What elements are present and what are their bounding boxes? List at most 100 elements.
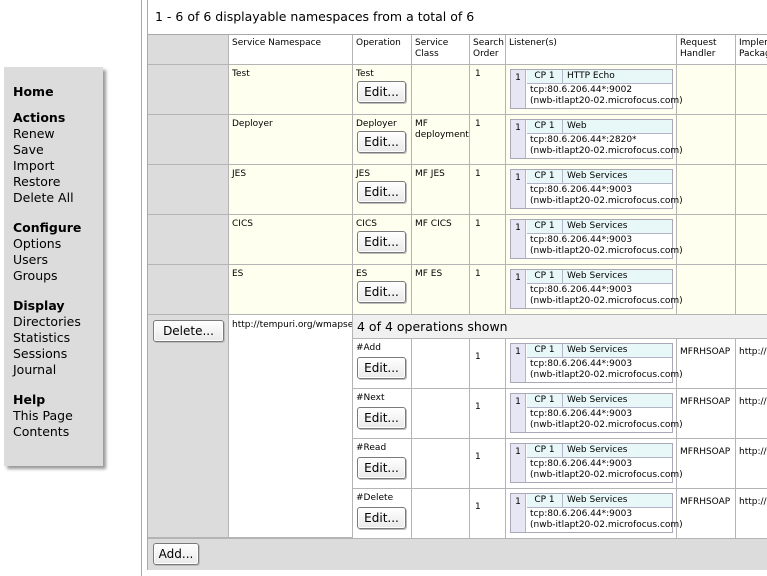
listener-box: 1 CP 1 Web Services tcp:80.6.206.44*:9003 (n… (510, 443, 683, 483)
service-class: MF JES (415, 169, 445, 179)
menu-group-help: Help This Page Contents (13, 392, 103, 440)
listener-host: (nwb-itlapt20-02.microfocus.com) (530, 96, 683, 106)
edit-button[interactable]: Edit... (357, 407, 406, 429)
service-class: MF ES (415, 269, 443, 279)
menu-link-restore[interactable]: Restore (13, 174, 103, 190)
column-header-handler: Request Handler (677, 35, 736, 65)
listener-cp: CP 1 (527, 344, 563, 358)
listener-cp: CP 1 (527, 120, 563, 134)
menu-link-options[interactable]: Options (13, 236, 103, 252)
edit-button[interactable]: Edit... (357, 81, 406, 103)
column-header-search-order: Search Order (470, 35, 506, 65)
edit-button[interactable]: Edit... (357, 131, 406, 153)
delete-button[interactable]: Delete... (153, 320, 224, 342)
listener-cp: CP 1 (527, 220, 563, 234)
menu-link-delete-all[interactable]: Delete All (13, 190, 103, 206)
row-cell (736, 115, 767, 165)
column-header-operation: Operation (353, 35, 412, 65)
op-cell (412, 439, 470, 489)
row-action-cell (148, 265, 229, 315)
menu-link-import[interactable]: Import (13, 158, 103, 174)
menu-groups: Actions Renew Save Import Restore Delete All C… (13, 110, 103, 440)
listener-address: tcp:80.6.206.44*:2820* (530, 135, 637, 145)
edit-button[interactable]: Edit... (357, 231, 406, 253)
menu-link-groups[interactable]: Groups (13, 268, 103, 284)
table-footer: Add... (148, 538, 767, 570)
listener-host: (nwb-itlapt20-02.microfocus.com) (530, 296, 683, 306)
search-order: 1 (475, 169, 481, 179)
menu-link-journal[interactable]: Journal (13, 362, 103, 378)
service-class: MF deployment (415, 119, 469, 140)
namespace-name: ES (232, 269, 244, 279)
listener-host: (nwb-itlapt20-02.microfocus.com) (530, 420, 683, 430)
op-cell (470, 339, 506, 389)
menu-link-this-page[interactable]: This Page (13, 408, 103, 424)
row-cell (677, 115, 736, 165)
menu-link-renew[interactable]: Renew (13, 126, 103, 142)
listener-type: Web Services (563, 444, 672, 458)
listener-address: tcp:80.6.206.44*:9003 (530, 459, 633, 469)
column-header-listeners: Listener(s) (506, 35, 677, 65)
listener-box: 1 CP 1 Web Services tcp:80.6.206.44*:9003 (n… (510, 219, 683, 259)
menu-group-configure: Configure Options Users Groups (13, 220, 103, 284)
menu-link-contents[interactable]: Contents (13, 424, 103, 440)
column-header-actions (148, 35, 229, 65)
search-order: 1 (475, 119, 481, 129)
search-order: 1 (475, 352, 481, 362)
implementation-package: http://t (739, 347, 767, 357)
request-handler: MFRHSOAP (680, 447, 731, 457)
listener-address: tcp:80.6.206.44*:9003 (530, 285, 633, 295)
group-action-cell (148, 315, 229, 538)
listener-box: 1 CP 1 Web Services tcp:80.6.206.44*:9003 (n… (510, 269, 683, 309)
operation-name: #Delete (356, 493, 394, 503)
listener-number: 1 (511, 170, 526, 208)
operation-name: CICS (356, 219, 377, 229)
operation-name: ES (356, 269, 368, 279)
listener-box: 1 CP 1 HTTP Echo tcp:80.6.206.44*:9002 (nwb-… (510, 69, 683, 109)
listener-cp: CP 1 (527, 70, 563, 84)
implementation-package: http://t (739, 497, 767, 507)
column-header-package: Implem Packag (736, 35, 767, 65)
menu-link-users[interactable]: Users (13, 252, 103, 268)
operation-name: #Read (356, 443, 387, 453)
add-button[interactable]: Add... (153, 543, 199, 565)
menu-link-statistics[interactable]: Statistics (13, 330, 103, 346)
op-cell (470, 389, 506, 439)
row-cell (412, 65, 470, 115)
menu-home-link[interactable]: Home (13, 84, 103, 100)
listener-number: 1 (511, 494, 526, 532)
menu-group-display: Display Directories Statistics Sessions Jour… (13, 298, 103, 378)
request-handler: MFRHSOAP (680, 347, 731, 357)
menu-link-directories[interactable]: Directories (13, 314, 103, 330)
listener-number: 1 (511, 394, 526, 432)
edit-button[interactable]: Edit... (357, 507, 406, 529)
namespace-name: CICS (232, 219, 253, 229)
listener-number: 1 (511, 270, 526, 308)
edit-button[interactable]: Edit... (357, 457, 406, 479)
listener-host: (nwb-itlapt20-02.microfocus.com) (530, 196, 683, 206)
operations-shown: 4 of 4 operations shown (357, 319, 508, 334)
listener-number: 1 (511, 120, 526, 158)
menu-link-save[interactable]: Save (13, 142, 103, 158)
listener-number: 1 (511, 444, 526, 482)
listener-address: tcp:80.6.206.44*:9002 (530, 85, 633, 95)
listener-type: Web Services (563, 270, 672, 284)
edit-button[interactable]: Edit... (357, 181, 406, 203)
listener-host: (nwb-itlapt20-02.microfocus.com) (530, 470, 683, 480)
search-order: 1 (475, 269, 481, 279)
edit-button[interactable]: Edit... (357, 281, 406, 303)
listener-number: 1 (511, 70, 526, 108)
op-cell (412, 339, 470, 389)
listener-address: tcp:80.6.206.44*:9003 (530, 509, 633, 519)
listener-host: (nwb-itlapt20-02.microfocus.com) (530, 520, 683, 530)
row-cell (677, 65, 736, 115)
namespace-name: Test (232, 69, 250, 79)
listener-host: (nwb-itlapt20-02.microfocus.com) (530, 146, 683, 156)
operation-name: #Add (356, 343, 381, 353)
edit-button[interactable]: Edit... (357, 357, 406, 379)
listener-cp: CP 1 (527, 394, 563, 408)
row-cell (677, 215, 736, 265)
listener-cp: CP 1 (527, 444, 563, 458)
menu-link-sessions[interactable]: Sessions (13, 346, 103, 362)
row-action-cell (148, 115, 229, 165)
